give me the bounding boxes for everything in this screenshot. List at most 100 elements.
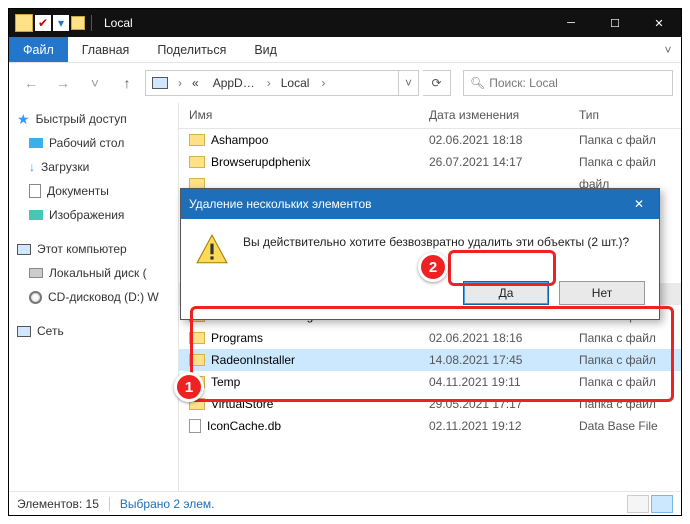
breadcrumb-crumb2[interactable]: Local	[275, 71, 318, 95]
row-type: Папка с файл	[569, 397, 681, 411]
window-title: Local	[104, 16, 549, 30]
row-name: Programs	[211, 331, 263, 345]
row-type: Папка с файл	[569, 133, 681, 147]
back-button[interactable]: ←	[17, 69, 45, 97]
search-placeholder: Поиск: Local	[489, 76, 558, 90]
yes-button[interactable]: Да	[463, 281, 549, 305]
download-icon: ↓	[29, 160, 35, 174]
row-date: 02.06.2021 18:16	[419, 331, 569, 345]
table-row[interactable]: Temp04.11.2021 19:11Папка с файл	[179, 371, 681, 393]
path-dropdown-button[interactable]: ˅	[398, 71, 418, 95]
chevron-right-icon[interactable]: ›	[263, 76, 275, 90]
column-name[interactable]: Имя	[179, 103, 419, 128]
app-icon	[71, 16, 85, 30]
row-name: Temp	[211, 375, 240, 389]
delete-confirmation-dialog: Удаление нескольких элементов ✕ Вы дейст…	[180, 188, 660, 320]
column-type[interactable]: Тип	[569, 103, 681, 128]
row-type: Папка с файл	[569, 375, 681, 389]
dialog-close-button[interactable]: ✕	[619, 189, 659, 219]
table-row[interactable]: Programs 02.06.2021 18:16Папка с файл	[179, 327, 681, 349]
sidebar-item-downloads[interactable]: ↓Загрузки	[9, 155, 178, 179]
chevron-right-icon[interactable]: ›	[174, 76, 186, 90]
star-icon: ★	[17, 111, 30, 128]
document-icon	[29, 184, 41, 198]
row-date: 29.05.2021 17:17	[419, 397, 569, 411]
search-icon: 🔍︎	[470, 76, 485, 90]
no-button[interactable]: Нет	[559, 281, 645, 305]
tab-file[interactable]: Файл	[9, 37, 68, 62]
sidebar-quick-access[interactable]: ★Быстрый доступ	[9, 107, 178, 131]
table-row[interactable]: Ashampoo 02.06.2021 18:18Папка с файл	[179, 129, 681, 151]
maximize-button[interactable]: ☐	[593, 9, 637, 37]
network-icon	[17, 326, 31, 337]
search-input[interactable]: 🔍︎ Поиск: Local	[463, 70, 673, 96]
file-icon	[189, 419, 201, 433]
table-row[interactable]: RadeonInstaller 14.08.2021 17:45Папка с ф…	[179, 349, 681, 371]
sidebar-item-localdisk[interactable]: Локальный диск (	[9, 261, 178, 285]
refresh-button[interactable]: ⟳	[423, 70, 451, 96]
row-name: RadeonInstaller	[211, 353, 295, 367]
ribbon-tabs: Файл Главная Поделиться Вид ˅ ?	[9, 37, 681, 63]
breadcrumb-overflow[interactable]: «	[186, 71, 207, 95]
quick-arrow-icon[interactable]: ▾	[53, 15, 69, 31]
folder-icon	[189, 156, 205, 168]
column-headers: Имя Дата изменения Тип	[179, 103, 681, 129]
recent-button[interactable]: ˅	[81, 69, 109, 97]
quick-check-icon[interactable]: ✔	[35, 15, 51, 31]
row-name: VirtualStore	[211, 397, 273, 411]
minimize-button[interactable]: ─	[549, 9, 593, 37]
pc-icon	[150, 74, 170, 92]
sidebar-item-documents[interactable]: Документы	[9, 179, 178, 203]
row-name: IconCache.db	[207, 419, 281, 433]
row-type: Папка с файл	[569, 155, 681, 169]
forward-button[interactable]: →	[49, 69, 77, 97]
view-thumbnails-button[interactable]	[627, 495, 649, 513]
folder-icon	[189, 398, 205, 410]
status-bar: Элементов: 15 Выбрано 2 элем.	[9, 491, 681, 515]
cd-icon	[29, 291, 42, 304]
breadcrumb[interactable]: › « AppD… › Local › ˅	[145, 70, 419, 96]
row-name: Browserupdphenix	[211, 155, 310, 169]
table-row[interactable]: VirtualStore 29.05.2021 17:17Папка с файл	[179, 393, 681, 415]
folder-icon	[189, 354, 205, 366]
tab-share[interactable]: Поделиться	[143, 37, 240, 62]
status-selected-count: Выбрано 2 элем.	[120, 497, 215, 511]
folder-icon	[189, 376, 205, 388]
sidebar-network[interactable]: Сеть	[9, 319, 178, 343]
row-name: Ashampoo	[211, 133, 268, 147]
status-item-count: Элементов: 15	[17, 497, 99, 511]
row-type: Data Base File	[569, 419, 681, 433]
desktop-icon	[29, 138, 43, 148]
row-date: 02.11.2021 19:12	[419, 419, 569, 433]
ribbon-expand-button[interactable]: ˅	[655, 37, 681, 62]
dialog-title: Удаление нескольких элементов	[189, 197, 619, 211]
warning-icon	[195, 233, 229, 267]
row-date: 02.06.2021 18:18	[419, 133, 569, 147]
table-row[interactable]: IconCache.db 02.11.2021 19:12Data Base Fi…	[179, 415, 681, 437]
view-details-button[interactable]	[651, 495, 673, 513]
row-date: 14.08.2021 17:45	[419, 353, 569, 367]
row-date: 26.07.2021 14:17	[419, 155, 569, 169]
titlebar: ✔ ▾ Local ─ ☐ ✕	[9, 9, 681, 37]
up-button[interactable]: ↑	[113, 69, 141, 97]
folder-icon	[189, 332, 205, 344]
tab-home[interactable]: Главная	[68, 37, 144, 62]
table-row[interactable]: Browserupdphenix 26.07.2021 14:17Папка с …	[179, 151, 681, 173]
navigation-pane: ★Быстрый доступ Рабочий стол ↓Загрузки Д…	[9, 103, 179, 491]
sidebar-item-cddrive[interactable]: CD-дисковод (D:) W	[9, 285, 178, 309]
close-button[interactable]: ✕	[637, 9, 681, 37]
sidebar-this-pc[interactable]: Этот компьютер	[9, 237, 178, 261]
address-bar: ← → ˅ ↑ › « AppD… › Local › ˅ ⟳ 🔍︎ Поиск…	[9, 63, 681, 103]
breadcrumb-crumb1[interactable]: AppD…	[207, 71, 263, 95]
pc-icon	[17, 244, 31, 255]
row-type: Папка с файл	[569, 353, 681, 367]
dialog-message: Вы действительно хотите безвозвратно уда…	[243, 233, 629, 249]
row-type: Папка с файл	[569, 331, 681, 345]
folder-icon	[189, 134, 205, 146]
chevron-right-icon[interactable]: ›	[317, 76, 329, 90]
sidebar-item-desktop[interactable]: Рабочий стол	[9, 131, 178, 155]
sidebar-item-images[interactable]: Изображения	[9, 203, 178, 227]
column-date[interactable]: Дата изменения	[419, 103, 569, 128]
disk-icon	[29, 268, 43, 278]
tab-view[interactable]: Вид	[240, 37, 291, 62]
